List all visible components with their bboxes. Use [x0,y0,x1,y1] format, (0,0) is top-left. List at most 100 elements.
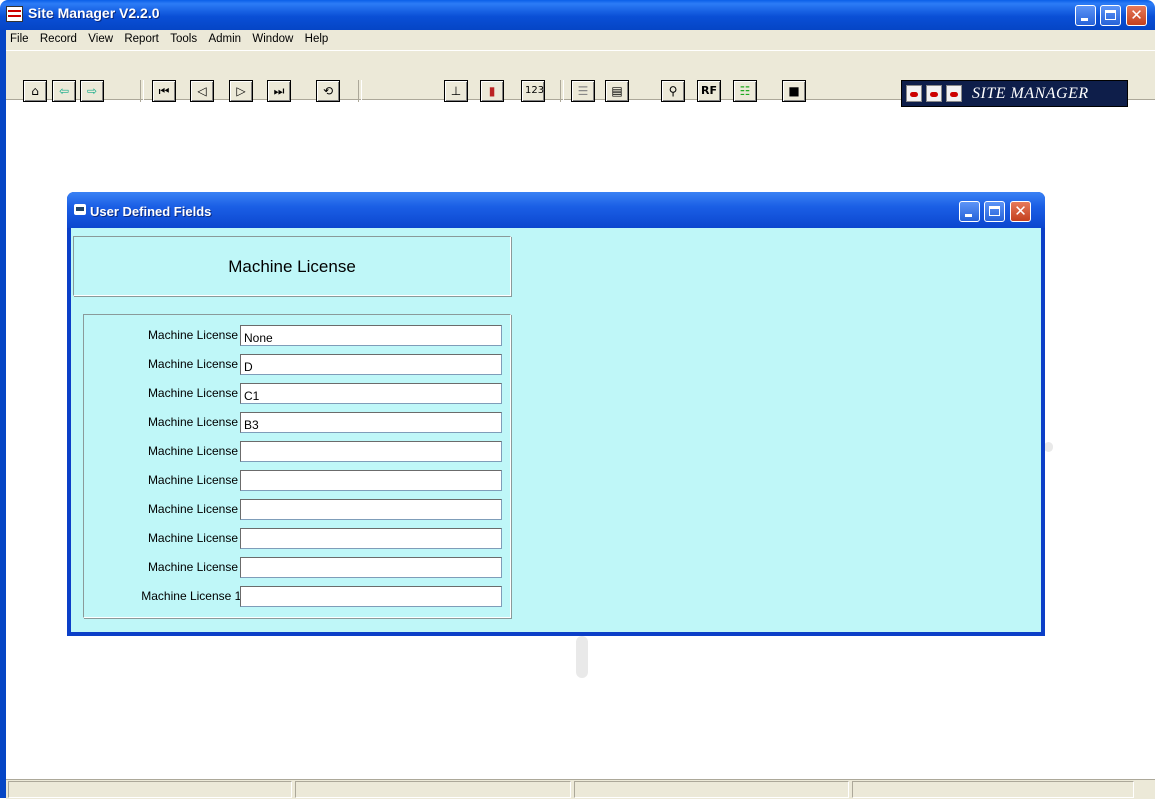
brand-name: SITE MANAGER [972,85,1089,102]
numbers-button[interactable]: 123 [521,80,545,102]
background-artifact [1044,442,1053,452]
calculator-icon: ▮ [488,84,496,98]
search-button[interactable]: ⚲ [661,80,685,102]
dialog-icon [74,204,86,215]
calculator-button[interactable]: ▮ [480,80,504,102]
cherry-icon [946,85,962,102]
field-label: Machine License 4 [147,415,248,429]
refresh-icon: ⟲ [322,84,334,98]
next-record-icon: ▷ [236,84,246,98]
field-row: Machine License 8 [84,528,512,550]
field-label: Machine License 2 [147,357,248,371]
dialog-maximize-button[interactable] [984,201,1005,222]
field-row: Machine License 3 C1 [84,383,512,405]
home-icon: ⌂ [31,84,39,98]
heading-panel: Machine License [73,236,511,296]
back-button[interactable]: ⇦ [52,80,76,102]
previous-record-button[interactable]: ◁ [190,80,214,102]
menu-view[interactable]: View [84,30,117,45]
machine-license-6-field[interactable] [240,470,502,491]
machine-license-7-field[interactable] [240,499,502,520]
fields-panel: Machine License 1 None Machine License 2D… [83,314,511,618]
cherry-icon [906,85,922,102]
machine-license-10-field[interactable] [240,586,502,607]
notes-button[interactable]: ▤ [605,80,629,102]
dialog-minimize-button[interactable] [959,201,980,222]
save-icon: ■ [788,84,800,98]
window-frame [0,30,6,798]
dialog-client-area: Machine License Machine License 1 None Ma… [71,228,1041,632]
menu-admin[interactable]: Admin [204,30,245,45]
status-pane [852,781,1134,798]
previous-record-icon: ◁ [197,84,207,98]
machine-license-9-field[interactable] [240,557,502,578]
report-button[interactable]: ☷ [733,80,757,102]
last-record-icon: ⏭ [273,84,285,98]
database-button[interactable]: ☰ [571,80,595,102]
menu-bar: File Record View Report Tools Admin Wind… [6,30,1155,50]
rf-icon: RF [701,84,717,97]
machine-license-1-field[interactable]: None [240,325,502,346]
app-titlebar[interactable]: Site Manager V2.2.0 ✕ [0,0,1155,30]
machine-license-3-field[interactable]: C1 [240,383,502,404]
close-icon: ✕ [1014,202,1027,220]
numbers-icon: 123 [525,85,545,96]
report-icon: ☷ [739,84,751,98]
maximize-icon [1105,10,1116,20]
menu-help[interactable]: Help [301,30,333,45]
status-pane [574,781,849,798]
field-label: Machine License 1 [147,328,248,342]
menu-report[interactable]: Report [120,30,163,45]
toolbar-separator [140,80,144,102]
section-heading: Machine License [228,257,356,276]
first-record-button[interactable]: ⏮ [152,80,176,102]
machine-license-8-field[interactable] [240,528,502,549]
app-icon [6,6,23,22]
last-record-button[interactable]: ⏭ [267,80,291,102]
field-label: Machine License 8 [147,531,248,545]
field-label: Machine License 5 [147,444,248,458]
back-arrow-icon: ⇦ [58,84,70,98]
dialog-title: User Defined Fields [90,204,212,219]
field-row: Machine License 7 [84,499,512,521]
user-defined-fields-dialog: User Defined Fields ✕ Machine License Ma… [67,192,1045,636]
brand-logo: SITE MANAGER [901,80,1128,107]
dialog-titlebar[interactable]: User Defined Fields ✕ [67,192,1045,228]
field-row: Machine License 10 [84,586,512,608]
ruler-button[interactable]: ⊥ [444,80,468,102]
save-button[interactable]: ■ [782,80,806,102]
next-record-button[interactable]: ▷ [229,80,253,102]
maximize-icon [989,206,1000,216]
minimize-icon [1081,18,1088,21]
close-icon: ✕ [1130,6,1143,24]
forward-arrow-icon: ⇨ [86,84,98,98]
toolbar-separator [560,80,564,102]
dialog-close-button[interactable]: ✕ [1010,201,1031,222]
status-pane [8,781,292,798]
refresh-button[interactable]: ⟲ [316,80,340,102]
notes-icon: ▤ [611,84,623,98]
minimize-icon [965,214,972,217]
menu-window[interactable]: Window [248,30,297,45]
minimize-button[interactable] [1075,5,1096,26]
cherry-icon [926,85,942,102]
first-record-icon: ⏮ [158,84,170,98]
app-title: Site Manager V2.2.0 [28,5,160,21]
menu-record[interactable]: Record [36,30,81,45]
machine-license-5-field[interactable] [240,441,502,462]
menu-tools[interactable]: Tools [166,30,201,45]
field-row: Machine License 6 [84,470,512,492]
field-label: Machine License 3 [147,386,248,400]
forward-button[interactable]: ⇨ [80,80,104,102]
machine-license-2-field[interactable]: D [240,354,502,375]
home-button[interactable]: ⌂ [23,80,47,102]
ruler-icon: ⊥ [450,84,462,98]
field-row: Machine License 9 [84,557,512,579]
field-row: Machine License 5 [84,441,512,463]
rf-button[interactable]: RF [697,80,721,102]
field-label: Machine License 10 [141,589,248,603]
maximize-button[interactable] [1100,5,1121,26]
menu-file[interactable]: File [6,30,33,45]
close-button[interactable]: ✕ [1126,5,1147,26]
machine-license-4-field[interactable]: B3 [240,412,502,433]
